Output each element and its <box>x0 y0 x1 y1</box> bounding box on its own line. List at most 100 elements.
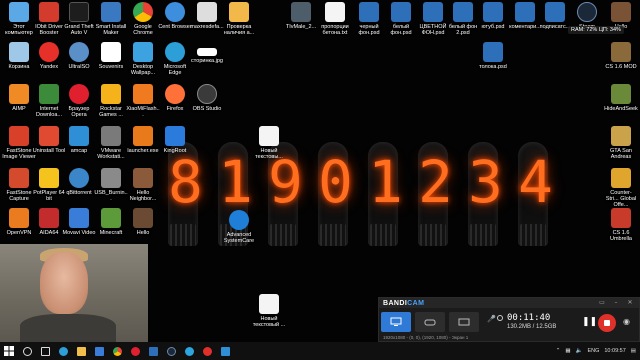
desktop-icon-color-bg[interactable]: ЦВЕТНОЙ ФОН.psd <box>416 2 450 48</box>
tube-base <box>520 224 546 246</box>
camera-capture-icon[interactable]: ◉ <box>623 317 630 326</box>
desktop-icon-hideandseek[interactable]: HideAndSeek <box>604 84 638 130</box>
clock[interactable]: 10:09:57 <box>604 348 625 354</box>
language-indicator[interactable]: ENG <box>587 348 599 354</box>
desktop-icon-ultraiso[interactable]: UltraISO <box>62 42 96 88</box>
taskbar-chrome[interactable] <box>108 342 126 360</box>
desktop-icon-label: CS 1.6 MOD <box>605 64 637 70</box>
taskbar-edge[interactable] <box>54 342 72 360</box>
desktop-icon-label: Новый текстовый ... <box>252 316 286 328</box>
desktop-icon-subscribe[interactable]: подписатс... <box>538 2 572 48</box>
desktop-icon-kingroot[interactable]: KingRoot <box>158 126 192 172</box>
desktop-icon-proportsii[interactable]: пропорции бетона.txt <box>318 2 352 48</box>
device-mode-button[interactable] <box>449 312 479 332</box>
desktop-icon-vmware[interactable]: VMware Workstati... <box>94 126 128 172</box>
taskbar-search-button[interactable] <box>18 342 36 360</box>
desktop-icon-obs[interactable]: OBS Studio <box>190 84 224 130</box>
desktop-icon-steam[interactable]: Steam <box>570 2 604 48</box>
desktop-icon-label: qBittorrent <box>66 190 92 196</box>
folder-icon <box>76 346 86 356</box>
nixie-tube: 4 <box>518 142 553 246</box>
bandicam-window[interactable]: BANDICAM ▭ – ✕ 🎤 00:11:40 130.2MB / 12.5… <box>378 297 640 342</box>
taskbar-amcap[interactable] <box>216 342 234 360</box>
desktop-icon-tivmale[interactable]: TIvMale_2... <box>284 2 318 48</box>
tube-base <box>420 224 446 246</box>
desktop-icon-black-bg[interactable]: черный фон.psd <box>352 2 386 48</box>
tray-chevron-icon[interactable]: ⌃ <box>556 348 561 354</box>
desktop-icon-label: Этот компьютер <box>5 24 33 36</box>
desktop-icon-aimp[interactable]: AIMP <box>2 84 36 130</box>
volume-icon[interactable]: 🔈 <box>576 348 583 354</box>
screen-mode-button[interactable] <box>381 312 411 332</box>
cs16-icon <box>611 42 631 62</box>
folder-icon[interactable]: ▭ <box>597 299 607 307</box>
desktop-icon-gta-sa[interactable]: GTA San Andreas <box>604 126 638 172</box>
recording-timer: 00:11:40 <box>507 313 551 323</box>
taskbar-bandicam[interactable] <box>198 342 216 360</box>
minimize-icon[interactable]: – <box>611 299 621 307</box>
desktop-icon-souvenirs[interactable]: Souvenirs <box>94 42 128 88</box>
taskbar-store[interactable] <box>90 342 108 360</box>
taskbar-opera[interactable] <box>126 342 144 360</box>
desktop-icon-label: amcap <box>70 148 88 154</box>
taskbar-telegram[interactable] <box>180 342 198 360</box>
desktop-icon-label: FastStone Image Viewer <box>2 148 36 160</box>
desktop-icon-cs16-umbrella[interactable]: CS 1.6 Umbrella <box>604 208 638 254</box>
desktop-icon-amcap[interactable]: amcap <box>62 126 96 172</box>
desktop-icon-cs16-mod[interactable]: CS 1.6 MOD <box>604 42 638 88</box>
pause-button[interactable]: ❚❚ <box>582 317 597 327</box>
desktop-icon-new-text-1[interactable]: Новый текстовы... <box>252 126 286 172</box>
desktop-icon-label: launcher.exe <box>127 148 159 154</box>
desktop-icon-label: ЦВЕТНОЙ ФОН.psd <box>419 24 447 36</box>
desktop-icon-proverka[interactable]: Проверка наличия а... <box>222 2 256 48</box>
chrome-icon <box>112 346 122 356</box>
stop-record-button[interactable] <box>598 314 616 332</box>
desktop-icon-recycle-bin[interactable]: Корзина <box>2 42 36 88</box>
wallpaper-engine-icon <box>133 42 153 62</box>
folder-icon <box>229 2 249 22</box>
advanced-systemcare-icon <box>229 210 249 230</box>
desktop-icon-label: OBS Studio <box>192 106 222 112</box>
desktop-icon-firefox[interactable]: Firefox <box>158 84 192 130</box>
desktop-icon-faststone-viewer[interactable]: FastStone Image Viewer <box>2 126 36 172</box>
desktop-icon-uninstall-tool[interactable]: Uninstall Tool <box>32 126 66 172</box>
webcam-icon[interactable] <box>497 315 503 321</box>
stop-icon <box>604 320 610 326</box>
desktop-icon-yandex[interactable]: Yandex <box>32 42 66 88</box>
microphone-icon[interactable]: 🎤 <box>487 315 496 323</box>
game-mode-button[interactable] <box>415 312 445 332</box>
desktop-icon-label: черный фон.psd <box>358 24 380 36</box>
tube-base <box>170 224 196 246</box>
desktop-icon-label: TIvMale_2... <box>285 24 317 30</box>
desktop-icon-edge[interactable]: Microsoft Edge <box>158 42 192 88</box>
task-view-icon <box>40 346 50 356</box>
taskbar-steam[interactable] <box>162 342 180 360</box>
psd-file-icon <box>545 2 565 22</box>
desktop-icon-rockstar-games[interactable]: Rockstar Games ... <box>94 84 128 130</box>
bandicam-logo-accent: CAM <box>407 299 425 307</box>
desktop-icon-desktop-wallpaper[interactable]: Desktop Wallpap... <box>126 42 160 88</box>
bandicam-titlebar[interactable]: BANDICAM ▭ – ✕ <box>379 298 639 308</box>
notifications-icon[interactable]: ▤ <box>631 348 636 354</box>
start-button[interactable] <box>0 342 18 360</box>
desktop-icon-storinka[interactable]: сторинка.jpg <box>190 42 224 88</box>
desktop-icon-comments[interactable]: коментари... <box>508 2 542 48</box>
desktop-icon-launcher[interactable]: launcher.exe <box>126 126 160 172</box>
bandicam-logo: BANDICAM <box>383 300 424 307</box>
taskbar-task-view[interactable] <box>36 342 54 360</box>
clock-time: 10:09:57 <box>604 348 626 354</box>
yandex-icon <box>39 42 59 62</box>
desktop-icon-xiaomiflash[interactable]: XiaoMiFlash... <box>126 84 160 130</box>
desktop-icon-white-bg[interactable]: белый фон.psd <box>384 2 418 48</box>
close-icon[interactable]: ✕ <box>625 299 635 307</box>
desktop-icon-opera[interactable]: Браузер Opera <box>62 84 96 130</box>
desktop-icon-toloka[interactable]: толока.psd <box>476 42 510 88</box>
desktop-icon-white-bg-2[interactable]: белый фон 2.psd <box>446 2 480 48</box>
desktop-icon-advanced-systemcare[interactable]: Advanced SystemCare <box>222 210 256 256</box>
network-icon[interactable]: ▦ <box>565 348 570 354</box>
taskbar-explorer[interactable] <box>72 342 90 360</box>
desktop-icon-new-text-2[interactable]: Новый текстовый ... <box>252 294 286 340</box>
desktop-icon-internet-download[interactable]: Internet Downloa... <box>32 84 66 130</box>
desktop-icon-label: ютуб.psd <box>481 24 505 30</box>
taskbar-photoshop[interactable] <box>144 342 162 360</box>
